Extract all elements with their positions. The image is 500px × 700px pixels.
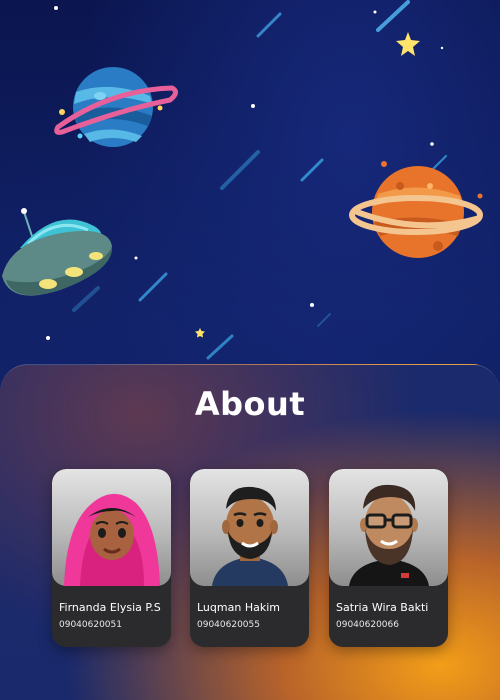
hijab-girl-avatar-icon — [64, 493, 160, 586]
member-card[interactable]: Firnanda Elysia P.S 09040620051 — [52, 469, 171, 647]
star-icon — [396, 32, 420, 56]
member-name: Firnanda Elysia P.S — [59, 601, 161, 614]
member-name: Luqman Hakim — [197, 601, 280, 614]
small-stars — [46, 6, 444, 340]
member-id: 09040620066 — [336, 620, 399, 630]
avatar — [52, 469, 171, 586]
member-card[interactable]: Satria Wira Bakti 09040620066 — [329, 469, 448, 647]
member-card[interactable]: Luqman Hakim 09040620055 — [190, 469, 309, 647]
member-name: Satria Wira Bakti — [336, 601, 429, 614]
glasses-man-avatar-icon — [349, 484, 429, 586]
about-panel: About Firnanda Elysia P.S 09040620051 Lu… — [0, 364, 500, 700]
page-title: About — [194, 385, 306, 423]
orange-planet-icon — [349, 161, 483, 258]
avatar — [329, 469, 448, 586]
star-icon — [195, 328, 205, 338]
ufo-icon — [2, 208, 113, 296]
blue-planet-icon — [54, 67, 178, 147]
avatar — [190, 469, 309, 586]
member-id: 09040620051 — [59, 620, 122, 630]
member-id: 09040620055 — [197, 620, 260, 630]
about-screen: About Firnanda Elysia P.S 09040620051 Lu… — [0, 0, 500, 700]
bearded-man-avatar-icon — [212, 486, 288, 586]
